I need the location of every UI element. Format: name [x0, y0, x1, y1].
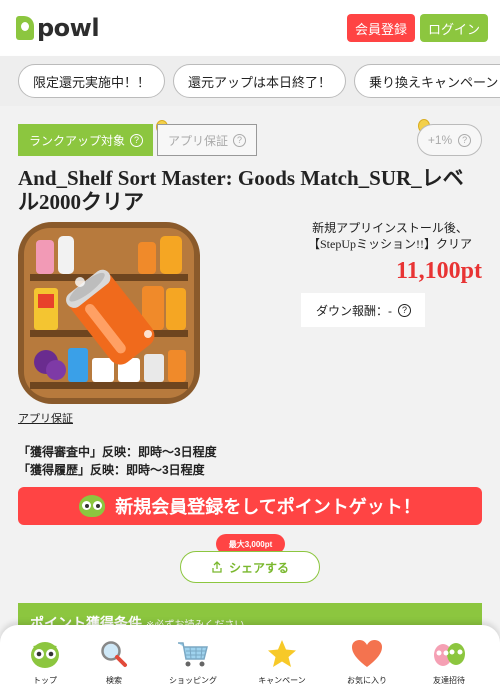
chip-switch-campaign[interactable]: 乗り換えキャンペーン [354, 64, 500, 98]
nav-search-label: 検索 [106, 676, 122, 685]
help-icon: ? [458, 133, 472, 147]
star-icon [268, 640, 296, 667]
help-icon: ? [233, 133, 247, 147]
chip-limited-return[interactable]: 限定還元実施中！！ [18, 64, 165, 98]
install-condition: 新規アプリインストール後、 【StepUpミッション!!】クリア [300, 220, 480, 252]
logo-text: powl [37, 14, 100, 42]
nav-search[interactable]: 検索 [74, 637, 154, 686]
nav-favorites[interactable]: お気に入り [327, 637, 407, 686]
bottom-nav: トップ 検索 ショッピング キャンペーン お気に入り 友達招待 [0, 625, 500, 700]
register-cta-button[interactable]: 新規会員登録をしてポイントゲット！ [18, 487, 482, 525]
nav-shopping[interactable]: ショッピング [153, 637, 233, 686]
owl-icon [31, 642, 59, 668]
install-condition-line1: 新規アプリインストール後、 [312, 221, 468, 235]
search-icon [101, 641, 127, 667]
offer-title: And_Shelf Sort Master: Goods Match_SUR_レ… [18, 166, 464, 214]
heart-icon [352, 640, 382, 667]
friends-icon [434, 643, 465, 666]
login-button[interactable]: ログイン [420, 14, 488, 42]
reflect-history-text: 「獲得履歴」反映：即時～3日程度 [18, 463, 205, 477]
nav-shopping-label: ショッピング [169, 676, 217, 685]
cart-icon [178, 642, 208, 667]
nav-invite[interactable]: 友達招待 [409, 637, 489, 686]
register-cta-label: 新規会員登録をしてポイントゲット！ [115, 497, 421, 517]
nav-favorites-label: お気に入り [347, 676, 387, 685]
down-reward-label: ダウン報酬：- [316, 303, 392, 318]
rank-up-label: ランクアップ対象 [29, 133, 126, 148]
help-icon: ? [398, 303, 411, 317]
down-reward-box[interactable]: ダウン報酬：- ? [301, 293, 425, 327]
owl-icon [79, 495, 106, 517]
plus-rate-badge[interactable]: +1% ? [417, 124, 482, 156]
logo-mark-icon [16, 16, 34, 40]
app-guarantee-link[interactable]: アプリ保証 [18, 410, 73, 426]
nav-campaign-label: キャンペーン [258, 676, 306, 685]
rank-up-badge[interactable]: ランクアップ対象 ? [18, 124, 153, 156]
app-icon [18, 222, 200, 404]
reflect-review-text: 「獲得審査中」反映：即時～3日程度 [18, 445, 217, 459]
chip-return-up[interactable]: 還元アップは本日終了！ [173, 64, 346, 98]
nav-invite-label: 友達招待 [433, 676, 465, 685]
nav-top[interactable]: トップ [5, 637, 85, 686]
nav-campaign[interactable]: キャンペーン [242, 637, 322, 686]
share-label: シェアする [228, 560, 289, 575]
header: powl 会員登録 ログイン [0, 0, 500, 56]
page: powl 会員登録 ログイン 限定還元実施中！！ 還元アップは本日終了！ 乗り換… [0, 0, 500, 700]
app-guarantee-badge[interactable]: アプリ保証 ? [157, 124, 257, 156]
logo[interactable]: powl [16, 14, 100, 42]
points-value: 11,100pt [395, 258, 482, 284]
register-button[interactable]: 会員登録 [347, 14, 415, 42]
campaign-chips: 限定還元実施中！！ 還元アップは本日終了！ 乗り換えキャンペーン [0, 56, 500, 106]
install-condition-line2: 【StepUpミッション!!】クリア [308, 237, 472, 251]
share-icon [212, 561, 222, 573]
share-button[interactable]: シェアする [180, 551, 320, 583]
app-guarantee-label: アプリ保証 [168, 133, 229, 148]
offer-detail: ランクアップ対象 ? アプリ保証 ? +1% ? And_Shelf Sort … [0, 106, 500, 700]
plus-rate-label: +1% [427, 133, 453, 147]
nav-top-label: トップ [33, 676, 57, 685]
help-icon: ? [130, 133, 144, 147]
